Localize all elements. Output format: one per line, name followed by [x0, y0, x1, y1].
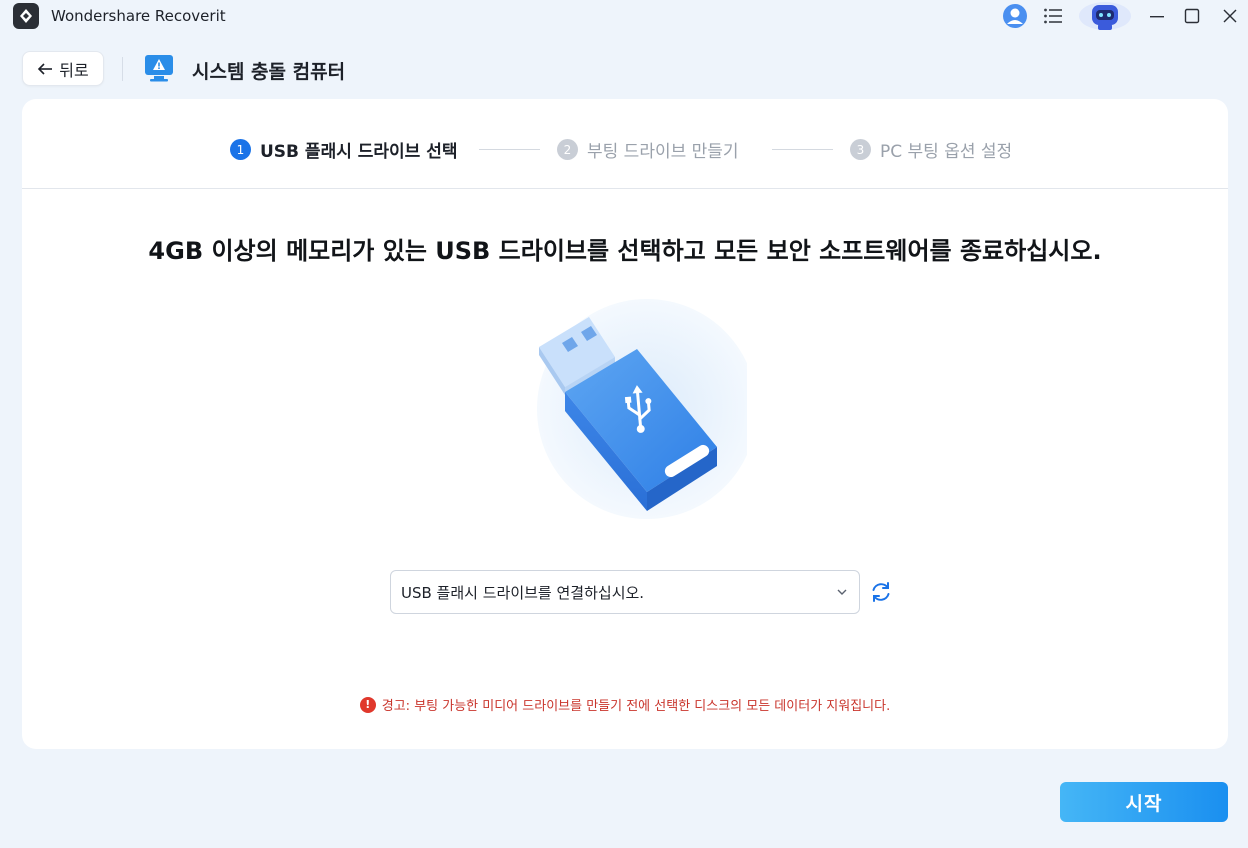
header-divider	[122, 57, 123, 81]
chevron-down-icon	[837, 589, 847, 595]
back-button[interactable]: 뒤로	[22, 51, 104, 86]
page-title: 시스템 충돌 컴퓨터	[192, 61, 346, 83]
close-icon[interactable]	[1218, 0, 1242, 32]
refresh-icon[interactable]	[869, 580, 893, 604]
minimize-icon[interactable]	[1145, 0, 1169, 32]
step-set-boot-options: 3 PC 부팅 옵션 설정	[850, 137, 1012, 162]
ai-robot-icon[interactable]	[1078, 0, 1132, 32]
app-title: Wondershare Recoverit	[51, 7, 226, 25]
step-label: PC 부팅 옵션 설정	[880, 142, 1013, 162]
step-number: 3	[850, 139, 871, 160]
title-bar: Wondershare Recoverit	[0, 0, 1248, 34]
stepper: 1 USB 플래시 드라이브 선택 2 부팅 드라이브 만들기 3 PC 부팅 …	[22, 99, 1228, 189]
usb-drive-illustration	[507, 297, 757, 527]
step-create-boot-drive: 2 부팅 드라이브 만들기	[557, 137, 739, 162]
maximize-icon[interactable]	[1180, 0, 1204, 32]
instruction-headline: 4GB 이상의 메모리가 있는 USB 드라이브를 선택하고 모든 보안 소프트…	[148, 237, 1102, 265]
arrow-left-icon	[38, 62, 53, 75]
step-connector	[479, 149, 540, 150]
step-label: USB 플래시 드라이브 선택	[260, 142, 458, 162]
back-label: 뒤로	[59, 60, 89, 80]
user-account-icon[interactable]	[1000, 0, 1030, 32]
warning-text: 경고: 부팅 가능한 미디어 드라이브를 만들기 전에 선택한 디스크의 모든 …	[381, 699, 891, 714]
recoverit-logo-icon	[13, 3, 39, 29]
usb-drive-select[interactable]: USB 플래시 드라이브를 연결하십시오.	[390, 570, 860, 614]
step-connector	[772, 149, 833, 150]
menu-list-icon[interactable]	[1040, 0, 1066, 32]
start-button[interactable]: 시작	[1060, 782, 1228, 822]
step-select-usb: 1 USB 플래시 드라이브 선택	[230, 137, 458, 162]
data-loss-warning: ! 경고: 부팅 가능한 미디어 드라이브를 만들기 전에 선택한 디스크의 모…	[22, 695, 1228, 714]
main-card: 1 USB 플래시 드라이브 선택 2 부팅 드라이브 만들기 3 PC 부팅 …	[22, 99, 1228, 749]
step-number: 1	[230, 139, 251, 160]
crashed-computer-icon	[143, 53, 175, 83]
step-label: 부팅 드라이브 만들기	[587, 142, 739, 162]
step-number: 2	[557, 139, 578, 160]
usb-drive-select-value: USB 플래시 드라이브를 연결하십시오.	[401, 583, 645, 602]
warning-icon: !	[359, 696, 376, 713]
